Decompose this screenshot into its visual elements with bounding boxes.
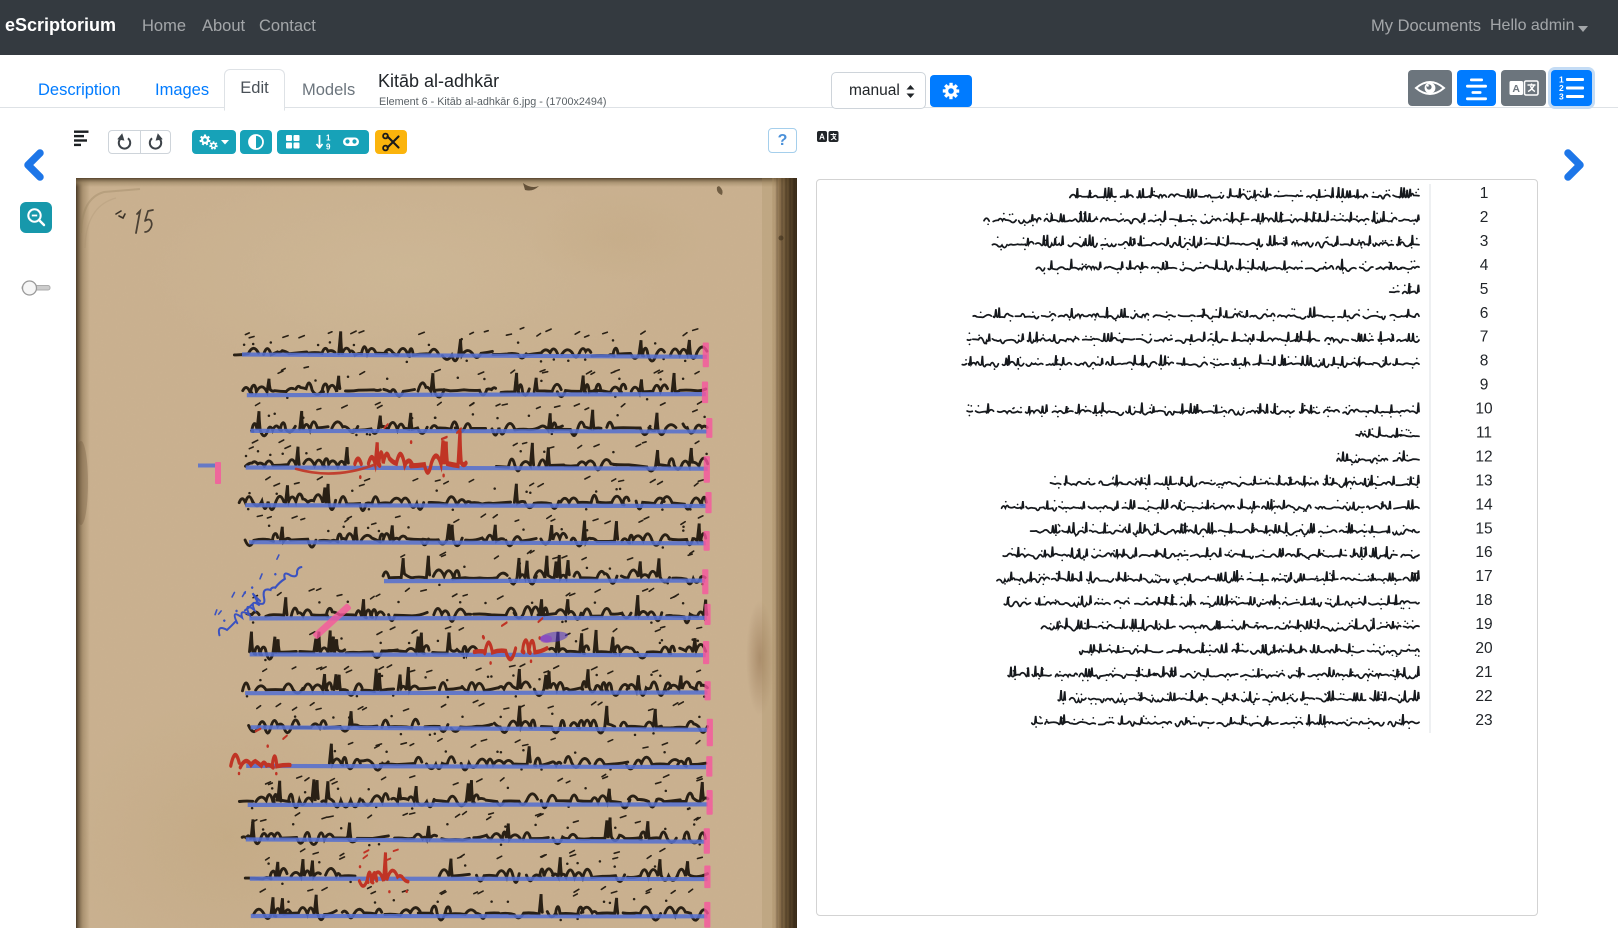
- svg-text:9: 9: [1480, 377, 1489, 394]
- svg-text:21: 21: [1475, 664, 1492, 681]
- svg-text:1: 1: [326, 134, 331, 143]
- svg-text:3: 3: [1480, 233, 1489, 250]
- svg-text:6: 6: [1480, 305, 1489, 322]
- svg-text:22: 22: [1475, 688, 1492, 705]
- svg-text:16: 16: [1475, 544, 1492, 561]
- svg-text:15: 15: [1475, 520, 1492, 537]
- svg-text:11: 11: [1476, 425, 1492, 442]
- svg-text:A: A: [1512, 83, 1520, 95]
- svg-text:12: 12: [1475, 448, 1492, 465]
- svg-text:1: 1: [1480, 185, 1489, 202]
- svg-text:4: 4: [1480, 257, 1489, 274]
- svg-text:19: 19: [1475, 616, 1492, 633]
- svg-text:7: 7: [1480, 329, 1489, 346]
- svg-text:17: 17: [1475, 568, 1492, 585]
- svg-text:10: 10: [1475, 401, 1493, 418]
- svg-text:9: 9: [326, 143, 331, 152]
- svg-text:14: 14: [1475, 496, 1493, 513]
- svg-text:8: 8: [1480, 353, 1489, 370]
- svg-text:20: 20: [1475, 640, 1493, 657]
- svg-text:18: 18: [1475, 592, 1492, 609]
- svg-text:3: 3: [1559, 92, 1564, 102]
- svg-text:5: 5: [1480, 281, 1489, 298]
- svg-text:23: 23: [1475, 712, 1492, 729]
- svg-text:2: 2: [1480, 209, 1489, 226]
- svg-text:A: A: [819, 133, 825, 142]
- svg-text:13: 13: [1475, 472, 1492, 489]
